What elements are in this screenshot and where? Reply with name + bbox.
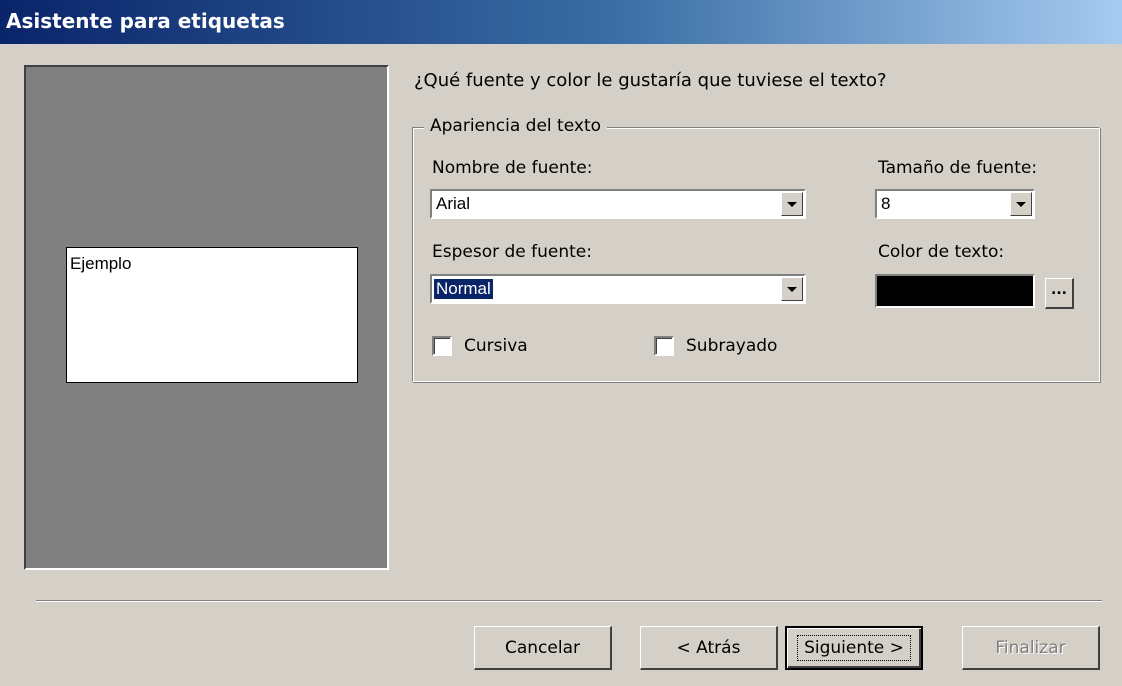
chevron-down-icon xyxy=(787,286,797,292)
italic-option[interactable]: Cursiva xyxy=(432,336,528,356)
text-color-swatch[interactable] xyxy=(875,274,1035,308)
finish-button: Finalizar xyxy=(962,626,1100,670)
next-button[interactable]: Siguiente > xyxy=(785,626,923,670)
chevron-down-icon xyxy=(787,201,797,207)
font-weight-label: Espesor de fuente: xyxy=(432,242,592,262)
back-button[interactable]: < Atrás xyxy=(640,626,778,670)
underline-label: Subrayado xyxy=(686,336,778,356)
italic-label: Cursiva xyxy=(464,336,528,356)
font-weight-dropdown-button[interactable] xyxy=(781,277,803,301)
font-name-dropdown-button[interactable] xyxy=(781,192,803,216)
group-title: Apariencia del texto xyxy=(424,116,608,136)
font-size-label: Tamaño de fuente: xyxy=(878,158,1038,178)
underline-checkbox[interactable] xyxy=(654,336,674,356)
font-size-combo[interactable]: 8 xyxy=(875,189,1035,219)
font-size-dropdown-button[interactable] xyxy=(1010,192,1032,216)
font-weight-combo[interactable]: Normal xyxy=(430,274,806,304)
label-sample: Ejemplo xyxy=(66,247,358,383)
italic-checkbox[interactable] xyxy=(432,336,452,356)
chevron-down-icon xyxy=(1016,201,1026,207)
footer-divider xyxy=(36,600,1102,602)
font-weight-value: Normal xyxy=(434,279,493,299)
cancel-button[interactable]: Cancelar xyxy=(474,626,612,670)
font-name-value: Arial xyxy=(436,194,471,213)
underline-option[interactable]: Subrayado xyxy=(654,336,777,356)
next-button-label: Siguiente > xyxy=(797,635,911,661)
font-size-value: 8 xyxy=(881,194,891,213)
sample-text: Ejemplo xyxy=(70,254,132,273)
wizard-question: ¿Qué fuente y color le gustaría que tuvi… xyxy=(414,70,887,91)
window-title: Asistente para etiquetas xyxy=(0,0,1122,44)
color-picker-button[interactable]: ... xyxy=(1045,278,1074,309)
font-name-label: Nombre de fuente: xyxy=(432,158,593,178)
preview-panel: Ejemplo xyxy=(24,65,389,570)
text-color-label: Color de texto: xyxy=(878,242,1005,262)
font-name-combo[interactable]: Arial xyxy=(430,189,806,219)
